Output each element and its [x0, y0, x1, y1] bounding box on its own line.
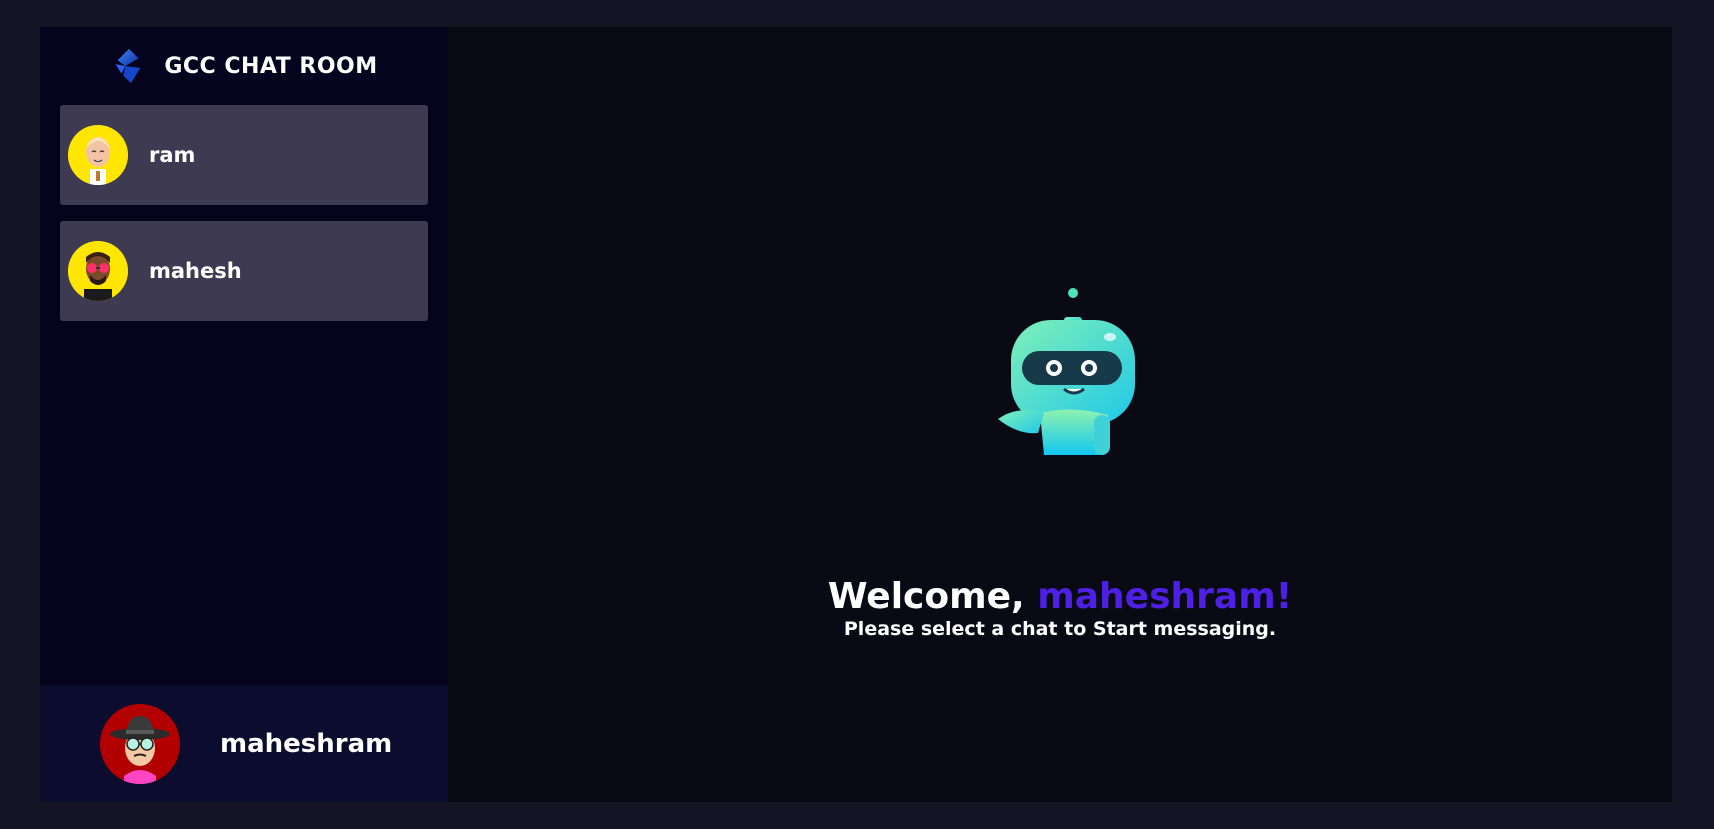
avatar-mahesh-icon	[68, 241, 128, 301]
brand-header: GCC CHAT ROOM	[40, 27, 448, 105]
welcome-username: maheshram!	[1037, 576, 1293, 617]
chat-app: GCC CHAT ROOM ram mahesh maheshram Welco…	[40, 27, 1672, 802]
avatar-current-user-icon	[100, 703, 180, 784]
brand-title: GCC CHAT ROOM	[164, 53, 378, 79]
current-user-name: maheshram	[220, 728, 393, 759]
contact-list: ram mahesh	[40, 105, 448, 321]
brand-logo-icon	[116, 48, 141, 84]
avatar-ram-icon	[68, 125, 128, 185]
current-user-panel: maheshram	[40, 685, 448, 802]
contact-item-mahesh[interactable]: mahesh	[60, 221, 428, 321]
contact-item-ram[interactable]: ram	[60, 105, 428, 205]
sidebar: GCC CHAT ROOM ram mahesh maheshram	[40, 27, 448, 802]
contact-name: ram	[149, 143, 196, 167]
welcome-message: Welcome, maheshram! Please select a chat…	[448, 577, 1672, 641]
welcome-heading: Welcome, maheshram!	[448, 577, 1672, 617]
welcome-subtitle: Please select a chat to Start messaging.	[843, 618, 1277, 640]
welcome-panel: Welcome, maheshram! Please select a chat…	[448, 27, 1672, 802]
robot-icon	[998, 288, 1135, 455]
welcome-greeting: Welcome,	[827, 576, 1038, 617]
contact-name: mahesh	[149, 259, 242, 283]
